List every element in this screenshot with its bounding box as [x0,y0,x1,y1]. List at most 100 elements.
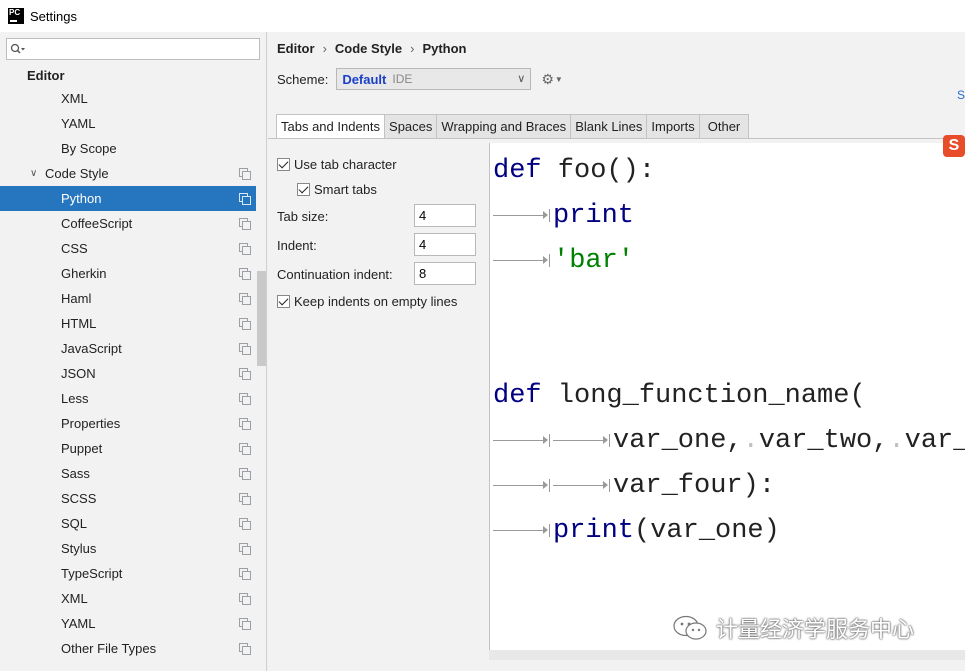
keep-indents-checkbox[interactable] [277,295,290,308]
tab-arrow-icon [553,425,613,457]
copy-settings-icon [239,343,251,355]
tab-blank-lines[interactable]: Blank Lines [571,114,648,139]
tree-item-code-style[interactable]: ∨ Code Style [0,161,256,186]
settings-sidebar: Editor XML YAML By Scope ∨ Code Style Py… [0,32,267,671]
tabs-and-indents-options: Use tab character Smart tabs Tab size: I… [268,144,488,664]
code-line-7: var_four): [493,470,775,502]
code-line-8: print(var_one) [493,515,780,547]
tab-tabs-and-indents[interactable]: Tabs and Indents [276,114,386,139]
tab-size-input[interactable] [414,204,476,227]
code-preview[interactable]: def foo(): print 'bar' def long_function… [489,143,965,653]
copy-settings-icon [239,518,251,530]
tree-item-yaml[interactable]: YAML [0,111,256,136]
gear-icon[interactable]: ⚙ ▼ [541,71,562,88]
breadcrumb-code-style: Code Style [334,41,403,56]
copy-settings-icon [239,618,251,630]
copy-settings-icon [239,268,251,280]
pycharm-app-icon: PC [8,8,24,24]
tab-arrow-icon [553,470,613,502]
tree-item-json[interactable]: JSON [0,361,256,386]
tree-item-less[interactable]: Less [0,386,256,411]
tree-item-typescript[interactable]: TypeScript [0,561,256,586]
tree-item-haml[interactable]: Haml [0,286,256,311]
ime-logo-icon: S [943,135,965,157]
use-tab-character-option[interactable]: Use tab character [277,157,397,172]
tab-imports[interactable]: Imports [647,114,700,139]
tree-item-javascript[interactable]: JavaScript [0,336,256,361]
tree-item-xml[interactable]: XML [0,86,256,111]
tree-item-properties[interactable]: Properties [0,411,256,436]
copy-settings-icon [239,418,251,430]
tabs-divider [268,138,965,139]
tab-arrow-icon [493,425,553,457]
scheme-row: Scheme: Default IDE ∨ ⚙ ▼ [277,68,563,90]
scheme-dropdown[interactable]: Default IDE ∨ [336,68,532,90]
tree-item-sql[interactable]: SQL [0,511,256,536]
settings-tree: Editor XML YAML By Scope ∨ Code Style Py… [0,66,256,661]
tab-arrow-icon [493,200,553,232]
indent-input[interactable] [414,233,476,256]
sidebar-scrollbar[interactable] [256,66,266,666]
tree-item-css[interactable]: CSS [0,236,256,261]
chevron-down-icon[interactable]: ∨ [30,161,37,186]
breadcrumb-python: Python [422,41,467,56]
code-line-5: def long_function_name( [493,381,866,411]
tab-wrapping-and-braces[interactable]: Wrapping and Braces [437,114,572,139]
wechat-icon [673,615,707,640]
indent-label: Indent: [277,238,317,253]
tree-item-gherkin[interactable]: Gherkin [0,261,256,286]
tree-item-puppet[interactable]: Puppet [0,436,256,461]
set-from-link[interactable]: S [957,88,965,102]
tree-item-other-file-types[interactable]: Other File Types [0,636,256,661]
settings-search-input[interactable] [30,40,259,58]
watermark-text: 计量经济学服务中心 [716,617,915,642]
tree-item-scss[interactable]: SCSS [0,486,256,511]
breadcrumb-editor: Editor [277,41,315,56]
tree-item-sass[interactable]: Sass [0,461,256,486]
tab-spaces[interactable]: Spaces [385,114,438,139]
copy-settings-icon [239,293,251,305]
copy-settings-icon [239,468,251,480]
code-line-6: var_one,.var_two,.var_th [493,425,965,457]
tab-arrow-icon [493,245,553,277]
copy-settings-icon [239,218,251,230]
preview-horizontal-scrollbar[interactable] [489,650,965,660]
tree-item-stylus[interactable]: Stylus [0,536,256,561]
copy-settings-icon [239,393,251,405]
search-icon[interactable] [10,43,26,55]
continuation-indent-input[interactable] [414,262,476,285]
copy-settings-icon [239,193,251,205]
breadcrumb: Editor › Code Style › Python [277,41,467,56]
smart-tabs-option[interactable]: Smart tabs [297,182,377,197]
copy-settings-icon [239,543,251,555]
copy-settings-icon [239,643,251,655]
tab-arrow-icon [493,470,553,502]
tree-item-coffeescript[interactable]: CoffeeScript [0,211,256,236]
copy-settings-icon [239,593,251,605]
use-tab-character-checkbox[interactable] [277,158,290,171]
sidebar-scroll-thumb[interactable] [257,271,266,366]
copy-settings-icon [239,318,251,330]
scheme-name: Default [342,71,387,87]
copy-settings-icon [239,493,251,505]
keep-indents-option[interactable]: Keep indents on empty lines [277,294,457,309]
tree-item-yaml[interactable]: YAML [0,611,256,636]
continuation-indent-label: Continuation indent: [277,267,393,282]
tree-item-python[interactable]: Python [0,186,256,211]
tab-other[interactable]: Other [699,114,750,139]
tab-arrow-icon [493,515,553,547]
copy-settings-icon [239,443,251,455]
tree-item-xml[interactable]: XML [0,586,256,611]
code-line-1: def foo(): [493,156,656,186]
window-title: Settings [30,8,77,24]
tree-section-editor[interactable]: Editor [0,66,256,86]
chevron-right-icon: › [322,41,327,56]
code-line-2: print [493,200,634,232]
settings-search-box[interactable] [6,38,260,60]
tree-item-by-scope[interactable]: By Scope [0,136,256,161]
tree-item-html[interactable]: HTML [0,311,256,336]
watermark: 计量经济学服务中心 [672,612,914,644]
code-style-tabs: Tabs and Indents Spaces Wrapping and Bra… [276,114,750,139]
smart-tabs-checkbox[interactable] [297,183,310,196]
scheme-label: Scheme: [277,71,329,87]
